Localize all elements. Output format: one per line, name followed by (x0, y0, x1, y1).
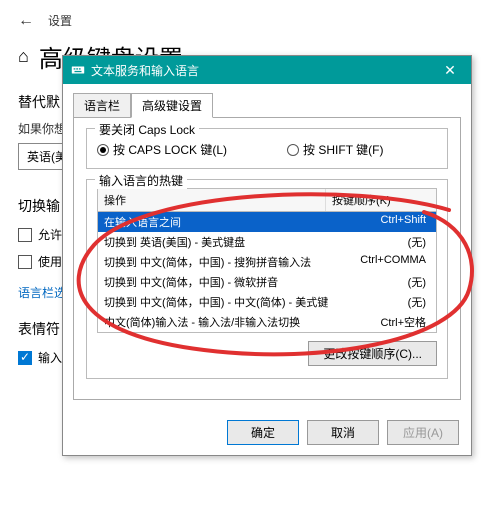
dialog-footer: 确定 取消 应用(A) (63, 410, 471, 455)
settings-topbar: ← 设置 (18, 12, 482, 29)
dialog-tabs: 语言栏 高级键设置 (73, 92, 461, 117)
hotkey-key: (无) (328, 294, 430, 310)
radio-label: 按 CAPS LOCK 键(L) (113, 141, 227, 158)
hotkey-key: (无) (328, 274, 430, 290)
capslock-radio-shift[interactable]: 按 SHIFT 键(F) (287, 141, 383, 158)
radio-icon (97, 144, 109, 156)
checkbox-icon[interactable] (18, 351, 32, 365)
col-action[interactable]: 操作 (98, 189, 326, 211)
close-icon: ✕ (444, 62, 456, 78)
hotkey-action: 切换到 中文(简体，中国) - 微软拼音 (104, 274, 328, 290)
topbar-label: 设置 (48, 12, 72, 29)
hotkey-list[interactable]: 在输入语言之间Ctrl+Shift切换到 英语(美国) - 美式键盘(无)切换到… (97, 211, 437, 333)
hotkey-key: Ctrl+Shift (328, 214, 430, 230)
hotkey-row[interactable]: 在输入语言之间Ctrl+Shift (98, 212, 436, 232)
checkbox-icon[interactable] (18, 255, 32, 269)
ok-button[interactable]: 确定 (227, 420, 299, 445)
radio-label: 按 SHIFT 键(F) (303, 141, 383, 158)
hotkey-action: 在输入语言之间 (104, 214, 328, 230)
hotkey-action: 切换到 中文(简体，中国) - 中文(简体) - 美式键盘 (104, 294, 328, 310)
tab-advanced-keys[interactable]: 高级键设置 (131, 93, 213, 118)
hotkey-key: Ctrl+COMMA (328, 254, 430, 270)
hotkeys-legend: 输入语言的热键 (95, 172, 187, 189)
hotkey-action: 中文(简体)输入法 - 输入法/非输入法切换 (104, 314, 328, 330)
hotkey-row[interactable]: 切换到 中文(简体，中国) - 微软拼音(无) (98, 272, 436, 292)
hotkey-action: 切换到 中文(简体，中国) - 搜狗拼音输入法 (104, 254, 328, 270)
hotkey-key: Ctrl+空格 (328, 314, 430, 330)
cancel-button[interactable]: 取消 (307, 420, 379, 445)
tab-language-bar[interactable]: 语言栏 (73, 93, 131, 118)
capslock-group: 要关闭 Caps Lock 按 CAPS LOCK 键(L) 按 SHIFT 键… (86, 128, 448, 169)
hotkey-row[interactable]: 切换到 英语(美国) - 美式键盘(无) (98, 232, 436, 252)
close-button[interactable]: ✕ (435, 62, 465, 79)
change-sequence-button[interactable]: 更改按键顺序(C)... (308, 341, 437, 366)
hotkey-action: 切换到 英语(美国) - 美式键盘 (104, 234, 328, 250)
hotkey-row[interactable]: 中文(简体)输入法 - 输入法/非输入法切换Ctrl+空格 (98, 312, 436, 332)
col-key[interactable]: 按键顺序(K) (326, 189, 436, 211)
checkbox-icon[interactable] (18, 228, 32, 242)
text-services-dialog: 文本服务和输入语言 ✕ 语言栏 高级键设置 要关闭 Caps Lock 按 CA… (62, 55, 472, 456)
hotkey-row[interactable]: 切换到 中文(简体，中国) - 中文(简体) - 美式键盘(无) (98, 292, 436, 312)
hotkey-key: (无) (328, 234, 430, 250)
input-label: 输入 (38, 349, 62, 366)
dialog-titlebar[interactable]: 文本服务和输入语言 ✕ (63, 56, 471, 84)
capslock-radio-caps[interactable]: 按 CAPS LOCK 键(L) (97, 141, 227, 158)
capslock-legend: 要关闭 Caps Lock (95, 121, 199, 138)
home-icon[interactable]: ⌂ (18, 46, 29, 67)
use-label: 使用 (38, 253, 62, 270)
back-icon[interactable]: ← (18, 13, 34, 29)
allow-label: 允许 (38, 226, 62, 243)
keyboard-icon (71, 63, 85, 77)
hotkey-list-header: 操作 按键顺序(K) (97, 188, 437, 211)
hotkeys-group: 输入语言的热键 操作 按键顺序(K) 在输入语言之间Ctrl+Shift切换到 … (86, 179, 448, 379)
apply-button[interactable]: 应用(A) (387, 420, 459, 445)
tabpane-advanced: 要关闭 Caps Lock 按 CAPS LOCK 键(L) 按 SHIFT 键… (73, 117, 461, 400)
radio-icon (287, 144, 299, 156)
hotkey-row[interactable]: 切换到 中文(简体，中国) - 搜狗拼音输入法Ctrl+COMMA (98, 252, 436, 272)
dialog-title: 文本服务和输入语言 (91, 62, 199, 79)
